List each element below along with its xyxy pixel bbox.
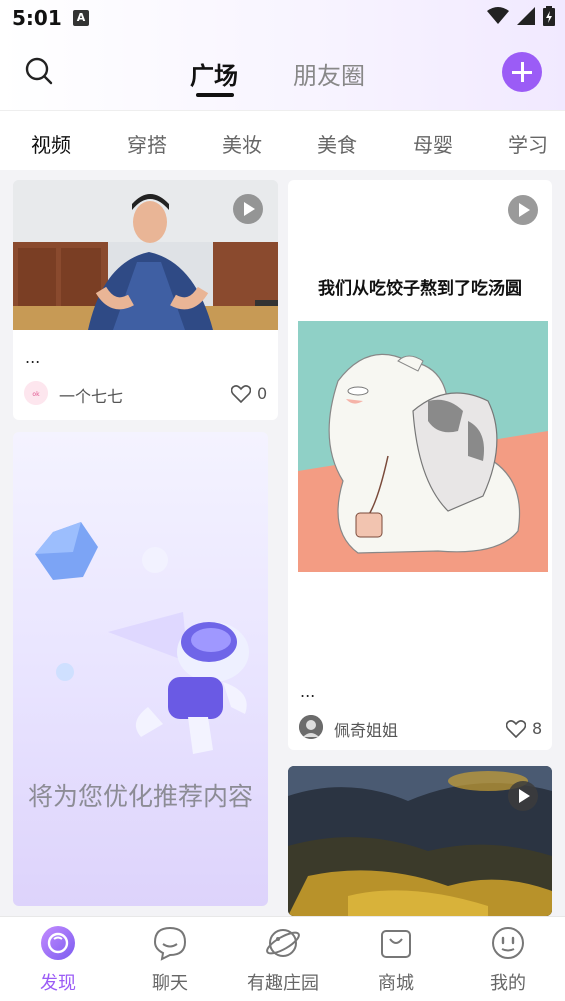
feed-card[interactable]: ... ok 一个七七 0 xyxy=(13,180,278,420)
system-icons xyxy=(487,6,555,26)
card-description: ... xyxy=(25,348,41,367)
nav-label: 商城 xyxy=(378,973,414,994)
nav-label: 聊天 xyxy=(152,973,188,994)
feed-card[interactable]: 我们从吃饺子熬到了吃汤圆 ... 佩奇姐姐 8 xyxy=(288,180,552,750)
avatar-image xyxy=(299,715,323,739)
nav-label: 发现 xyxy=(40,973,76,994)
category-outfit[interactable]: 穿搭 xyxy=(127,129,167,158)
author-name[interactable]: 一个七七 xyxy=(59,383,123,407)
svg-text:ok: ok xyxy=(32,391,40,398)
top-header: 广场 朋友圈 xyxy=(0,40,565,108)
play-icon[interactable] xyxy=(508,195,538,225)
image-caption: 我们从吃饺子熬到了吃汤圆 xyxy=(318,279,522,299)
add-post-button[interactable] xyxy=(502,52,542,92)
category-study[interactable]: 学习 xyxy=(508,129,548,158)
category-food[interactable]: 美食 xyxy=(317,129,357,158)
battery-icon xyxy=(543,6,555,26)
play-icon[interactable] xyxy=(233,194,263,224)
status-time: 5:01 xyxy=(12,6,62,30)
like-button[interactable]: 8 xyxy=(506,719,542,738)
category-makeup[interactable]: 美妆 xyxy=(222,129,262,158)
status-bar: 5:01 A xyxy=(0,0,565,36)
like-count: 8 xyxy=(532,719,543,738)
nav-label: 有趣庄园 xyxy=(247,973,319,994)
nav-discover[interactable]: 发现 xyxy=(3,925,113,995)
avatar-image: ok xyxy=(24,381,48,405)
planet-icon xyxy=(266,929,300,957)
heart-icon xyxy=(506,719,526,738)
nav-mine[interactable]: 我的 xyxy=(453,925,563,995)
avatar xyxy=(299,715,323,739)
tab-square[interactable]: 广场 xyxy=(190,56,238,91)
chat-icon xyxy=(153,926,187,961)
search-icon[interactable] xyxy=(22,54,56,88)
play-icon[interactable] xyxy=(508,781,538,811)
profile-face-icon xyxy=(492,927,524,959)
category-mother-baby[interactable]: 母婴 xyxy=(413,129,453,158)
heart-icon xyxy=(231,384,251,403)
shopping-bag-icon xyxy=(381,930,411,958)
active-tab-indicator xyxy=(196,93,234,97)
signal-icon xyxy=(517,7,535,25)
like-count: 0 xyxy=(257,384,268,403)
nav-chat[interactable]: 聊天 xyxy=(115,925,225,995)
wifi-icon xyxy=(487,7,509,24)
nav-mall[interactable]: 商城 xyxy=(341,925,451,995)
tab-moments[interactable]: 朋友圈 xyxy=(293,56,365,91)
avatar: ok xyxy=(24,381,48,405)
notification-badge: A xyxy=(73,10,89,26)
bottom-navigation: 发现 聊天 有趣庄园 商城 我的 xyxy=(0,916,565,1001)
meme-image xyxy=(298,321,548,572)
discover-icon xyxy=(41,926,75,960)
category-video[interactable]: 视频 xyxy=(31,129,71,158)
card-description: ... xyxy=(300,682,316,701)
nav-label: 我的 xyxy=(490,973,526,994)
feed-card[interactable] xyxy=(288,766,552,916)
category-bar: 视频 穿搭 美妆 美食 母婴 学习 xyxy=(0,110,565,170)
like-button[interactable]: 0 xyxy=(231,384,267,403)
astronaut-illustration xyxy=(35,522,249,754)
nav-fun-manor[interactable]: 有趣庄园 xyxy=(228,925,338,995)
recommendation-overlay-text: 将为您优化推荐内容 xyxy=(27,782,253,811)
recommendation-placeholder-card: 将为您优化推荐内容 xyxy=(13,432,268,906)
author-name[interactable]: 佩奇姐姐 xyxy=(334,717,398,741)
